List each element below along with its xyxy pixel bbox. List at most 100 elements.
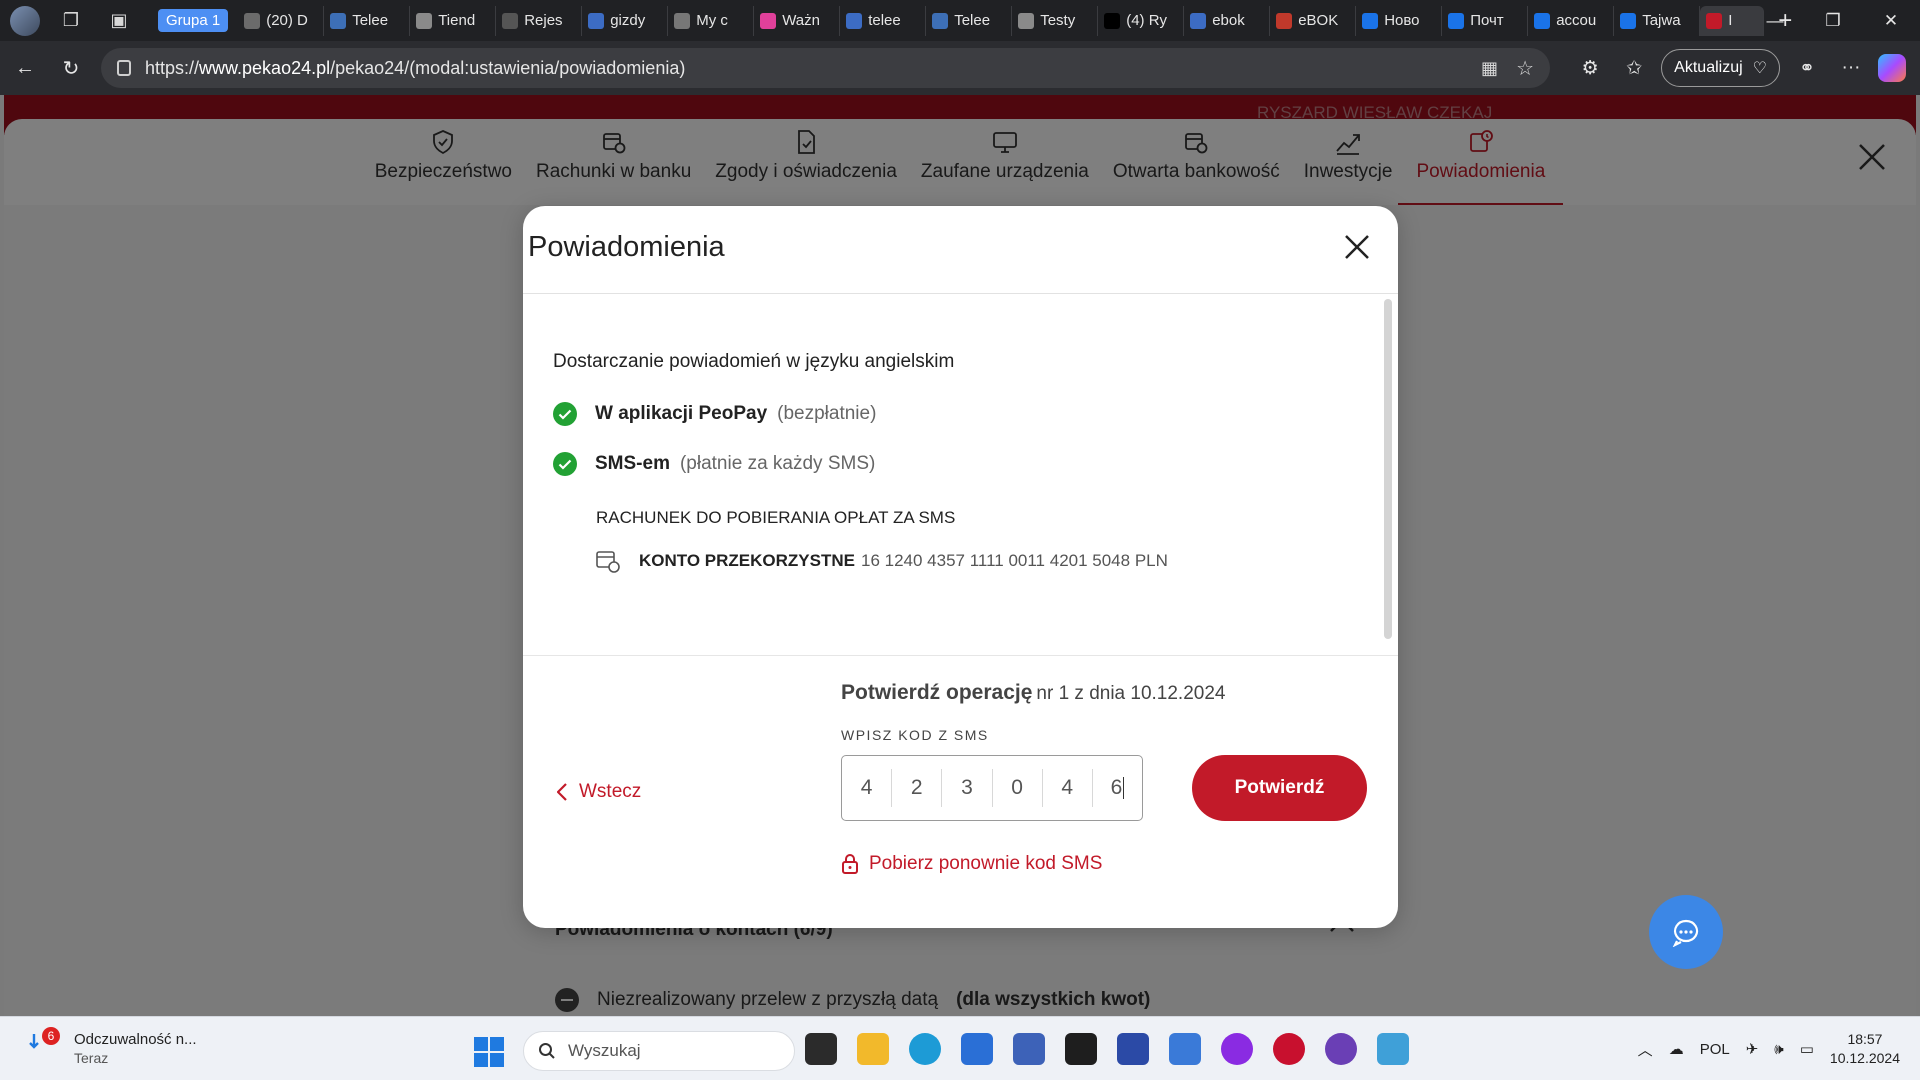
more-icon[interactable]: ··· bbox=[1834, 51, 1868, 85]
sms-code-digit-value: 4 bbox=[860, 776, 873, 799]
browser-tab[interactable]: Telee bbox=[324, 5, 411, 36]
browser-tab[interactable]: Tiend bbox=[410, 5, 497, 36]
tab-list: (20) D Telee Tiend Rejes gizdy My c Ważn telee T… bbox=[238, 5, 1765, 36]
onedrive-icon[interactable]: ☁ bbox=[1669, 1040, 1684, 1058]
back-button[interactable]: Wstecz bbox=[557, 781, 641, 803]
sms-code-digit-value: 2 bbox=[910, 776, 923, 799]
sms-code-digit[interactable]: 2 bbox=[892, 769, 943, 807]
tab-favicon-icon bbox=[1190, 12, 1207, 29]
sms-code-digit[interactable]: 4 bbox=[1043, 769, 1093, 807]
address-bar[interactable]: https://www.pekao24.pl/pekao24/(modal:us… bbox=[101, 48, 1550, 88]
extensions-icon[interactable]: ⚙ bbox=[1573, 51, 1607, 85]
chevron-up-icon[interactable]: ︿ bbox=[1638, 1039, 1653, 1060]
minimize-icon[interactable]: — bbox=[1746, 0, 1804, 41]
browser-tab[interactable]: eBOK bbox=[1270, 5, 1357, 36]
tab-favicon-icon bbox=[932, 12, 949, 29]
browser-tab[interactable]: Rejes bbox=[496, 5, 583, 36]
browser-tab[interactable]: Tajwa bbox=[1614, 5, 1701, 36]
profile-avatar[interactable] bbox=[10, 5, 40, 36]
sms-code-input[interactable]: 4 2 3 0 4 6 bbox=[841, 755, 1143, 821]
battery-icon[interactable]: ▭ bbox=[1800, 1040, 1814, 1058]
red-app-icon[interactable] bbox=[1273, 1033, 1305, 1065]
github-desktop-icon[interactable] bbox=[1325, 1033, 1357, 1065]
app-icon[interactable] bbox=[1169, 1033, 1201, 1065]
confirm-button[interactable]: Potwierdź bbox=[1192, 755, 1367, 821]
store-icon[interactable] bbox=[961, 1033, 993, 1065]
weather-notification[interactable]: 6 Odczuwalność n... Teraz bbox=[22, 1027, 197, 1066]
tab-favicon-icon bbox=[760, 12, 777, 29]
tor-browser-icon[interactable] bbox=[1221, 1033, 1253, 1065]
tab-group-label[interactable]: Grupa 1 bbox=[158, 9, 229, 32]
account-row: KONTO PRZEKORZYSTNE 16 1240 4357 1111 00… bbox=[595, 548, 1168, 574]
sms-code-digit[interactable]: 0 bbox=[993, 769, 1043, 807]
workspaces-icon[interactable]: ❐ bbox=[54, 6, 88, 36]
file-explorer-icon[interactable] bbox=[857, 1033, 889, 1065]
window-close-icon[interactable]: ✕ bbox=[1862, 0, 1920, 41]
notifications-modal: Powiadomienia Dostarczanie powiadomień w… bbox=[523, 206, 1398, 928]
tab-label: Tiend bbox=[438, 12, 476, 29]
option-note: (bezpłatnie) bbox=[777, 403, 877, 424]
refresh-icon[interactable]: ↻ bbox=[48, 56, 94, 81]
favorite-star-icon[interactable]: ☆ bbox=[1516, 56, 1534, 81]
chat-bubble-icon bbox=[1672, 919, 1699, 947]
network-app-icon[interactable] bbox=[1013, 1033, 1045, 1065]
check-circle-icon bbox=[553, 402, 577, 426]
tab-favicon-icon bbox=[1534, 12, 1551, 29]
tab-label: gizdy bbox=[610, 12, 646, 29]
edge-icon[interactable] bbox=[909, 1033, 941, 1065]
favorites-icon[interactable]: ✩ bbox=[1617, 51, 1651, 85]
browser-tab[interactable]: accou bbox=[1528, 5, 1615, 36]
browser-tab[interactable]: Ново bbox=[1356, 5, 1443, 36]
browser-tab[interactable]: Ważn bbox=[754, 5, 841, 36]
sms-code-digit[interactable]: 3 bbox=[942, 769, 993, 807]
browser-tab[interactable]: Testy bbox=[1012, 5, 1099, 36]
browser-tab[interactable]: Telee bbox=[926, 5, 1013, 36]
browser-tab[interactable]: ebok bbox=[1184, 5, 1271, 36]
option-label: W aplikacji PeoPay bbox=[595, 403, 768, 424]
tab-label: Telee bbox=[352, 12, 389, 29]
tab-label: Rejes bbox=[524, 12, 563, 29]
sms-code-digit[interactable]: 6 bbox=[1093, 769, 1142, 807]
chat-button[interactable] bbox=[1649, 895, 1723, 969]
tab-label: ebok bbox=[1212, 12, 1245, 29]
browser-tab[interactable]: (4) Ry bbox=[1098, 5, 1185, 36]
tab-label: (20) D bbox=[266, 12, 308, 29]
browser-tab[interactable]: telee bbox=[840, 5, 927, 36]
airplane-icon[interactable]: ✈ bbox=[1746, 1040, 1759, 1058]
browser-tab[interactable]: gizdy bbox=[582, 5, 669, 36]
app-available-icon[interactable]: ▦ bbox=[1481, 58, 1498, 79]
tab-favicon-icon bbox=[1104, 12, 1121, 29]
save-app-icon[interactable] bbox=[1117, 1033, 1149, 1065]
tab-favicon-icon bbox=[1706, 12, 1723, 29]
modal-close-icon[interactable] bbox=[1338, 228, 1376, 266]
sms-code-digit-value: 3 bbox=[961, 776, 973, 799]
browser-tab[interactable]: Почт bbox=[1442, 5, 1529, 36]
resend-sms-link[interactable]: Pobierz ponownie kod SMS bbox=[841, 853, 1102, 875]
lock-icon[interactable] bbox=[117, 60, 131, 76]
volume-icon[interactable]: 🕪 bbox=[1774, 1041, 1783, 1058]
search-placeholder: Wyszukaj bbox=[568, 1041, 641, 1060]
share-icon[interactable]: ⚭ bbox=[1790, 51, 1824, 85]
terminal-icon[interactable] bbox=[1065, 1033, 1097, 1065]
language-indicator[interactable]: POL bbox=[1700, 1041, 1730, 1058]
browser-tab[interactable]: My c bbox=[668, 5, 755, 36]
copilot-icon[interactable] bbox=[1878, 54, 1906, 82]
back-icon[interactable]: ← bbox=[2, 57, 48, 80]
scrollbar[interactable] bbox=[1384, 299, 1392, 639]
tab-label: I bbox=[1728, 12, 1733, 29]
notepad-icon[interactable] bbox=[1377, 1033, 1409, 1065]
taskbar-search[interactable]: Wyszukaj bbox=[523, 1031, 795, 1071]
tab-favicon-icon bbox=[674, 12, 691, 29]
restore-icon[interactable]: ❐ bbox=[1804, 0, 1862, 41]
sms-code-digit[interactable]: 4 bbox=[842, 769, 893, 807]
update-button[interactable]: Aktualizuj ♡ bbox=[1661, 49, 1780, 87]
tab-label: eBOK bbox=[1298, 12, 1339, 29]
clock[interactable]: 18:57 10.12.2024 bbox=[1830, 1030, 1900, 1068]
task-view-icon[interactable] bbox=[805, 1033, 837, 1065]
account-number: 16 1240 4357 1111 0011 4201 5048 PLN bbox=[860, 551, 1168, 570]
time: 18:57 bbox=[1847, 1031, 1883, 1047]
start-button[interactable] bbox=[474, 1037, 504, 1067]
tab-actions-icon[interactable]: ▣ bbox=[102, 6, 136, 36]
browser-tab-strip: ❐ ▣ Grupa 1 (20) D Telee Tiend Rejes gizdy My… bbox=[0, 0, 1920, 41]
browser-tab[interactable]: (20) D bbox=[238, 5, 325, 36]
